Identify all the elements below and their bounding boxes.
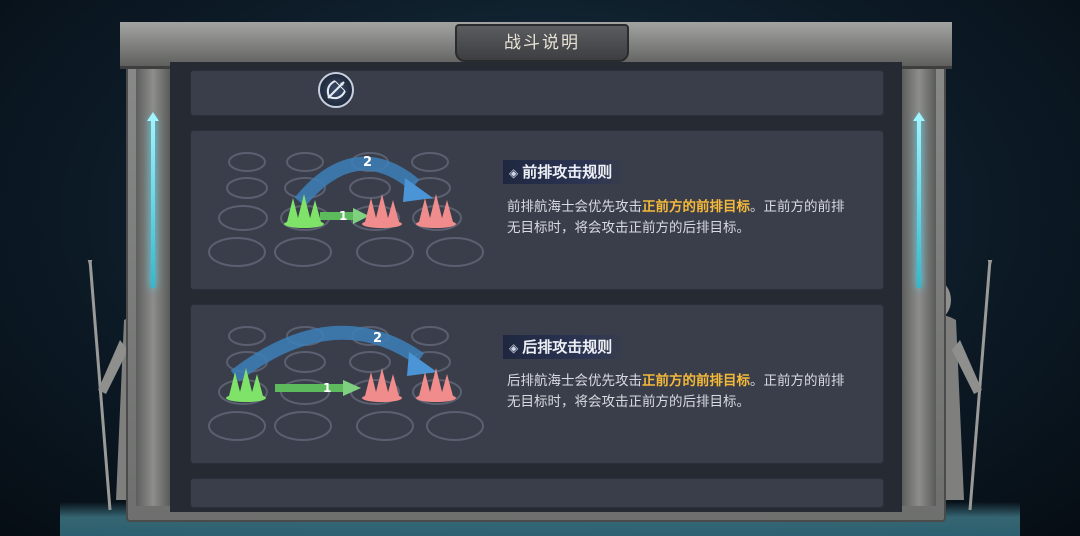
- rule-highlight: 正前方的前排目标: [642, 373, 750, 389]
- diamond-bullet-icon: ◈: [509, 341, 519, 355]
- front-row-attack-diagram: 2 1: [208, 152, 484, 267]
- enemy-ships-front-icon: [362, 194, 402, 228]
- rule-text-part: 后排航海士会优先攻击: [507, 373, 642, 389]
- rule-text-part: 前排航海士会优先攻击: [507, 199, 642, 215]
- ally-ships-icon: [226, 368, 266, 402]
- enemy-ships-front-icon: [362, 368, 402, 402]
- rule-title-text: 前排攻击规则: [522, 163, 613, 181]
- rule-title-back-row: ◈ 后排攻击规则: [503, 335, 627, 359]
- bow-crossbow-icon[interactable]: [318, 72, 354, 108]
- next-rule-panel-partial: [190, 478, 884, 508]
- diamond-bullet-icon: ◈: [509, 166, 519, 180]
- arrow-2-head-icon: [403, 178, 433, 202]
- rule-highlight: 正前方的前排目标: [642, 199, 750, 215]
- header-panel: [190, 70, 884, 116]
- rule-title-text: 后排攻击规则: [522, 338, 613, 356]
- arrow-2-label: 2: [373, 331, 382, 346]
- right-glow-bar: [917, 118, 921, 288]
- rule-description-back-row: 后排航海士会优先攻击正前方的前排目标。正前方的前排无目标时，将会攻击正前方的后排…: [507, 371, 845, 413]
- left-glow-bar: [151, 118, 155, 288]
- back-row-attack-diagram: 2 1: [208, 325, 484, 441]
- right-glow-arrow-icon: [913, 112, 925, 121]
- rule-title-front-row: ◈ 前排攻击规则: [503, 160, 627, 184]
- arrow-2-label: 2: [363, 155, 372, 170]
- rule-description-front-row: 前排航海士会优先攻击正前方的前排目标。正前方的前排无目标时，将会攻击正前方的后排…: [507, 197, 845, 239]
- left-glow-arrow-icon: [147, 112, 159, 121]
- ally-ships-icon: [284, 194, 324, 228]
- arrow-1-label: 1: [339, 209, 347, 223]
- dialog-title: 战斗说明: [455, 24, 629, 62]
- arrow-1-label: 1: [323, 381, 331, 395]
